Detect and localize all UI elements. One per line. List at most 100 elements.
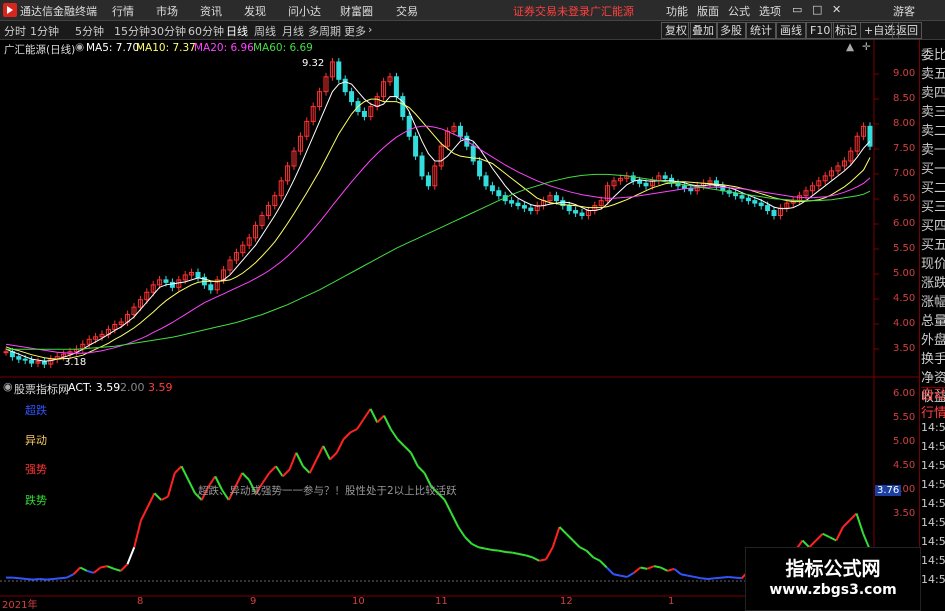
tab-weekly[interactable]: 周线 <box>254 23 276 39</box>
tick-time: 14:50 <box>921 478 945 491</box>
act-segment <box>653 565 661 569</box>
tab-30min[interactable]: 30分钟 <box>150 23 186 39</box>
menu-gongshi[interactable]: 公式 <box>728 3 750 19</box>
low-price-label: 3.18 <box>64 357 87 368</box>
chevron-right-icon[interactable]: › <box>368 23 372 36</box>
menu-jiaoyi[interactable]: 交易 <box>396 3 418 19</box>
current-act-tag: 3.76 <box>875 485 902 496</box>
candle-body <box>573 210 579 214</box>
tab-15min[interactable]: 15分钟 <box>114 23 150 39</box>
minimize-icon[interactable]: ▭ <box>792 3 802 16</box>
act-v2: 3.59 <box>148 381 173 394</box>
side-item-outer[interactable]: 外盘 <box>921 329 945 348</box>
act-segment <box>734 576 742 580</box>
side-item-buy2[interactable]: 买二 <box>921 177 945 196</box>
candle-body <box>637 180 643 184</box>
side-item-sell2[interactable]: 卖二 <box>921 120 945 139</box>
side-item-sell4[interactable]: 卖四 <box>921 82 945 101</box>
act-segment <box>558 526 567 535</box>
date-tick: 8 <box>137 596 144 607</box>
act-segment <box>349 428 358 434</box>
plus-icon[interactable]: ✛ <box>862 41 871 53</box>
tab-daily[interactable]: 日线 <box>226 23 248 39</box>
act-segment <box>275 465 284 477</box>
mark-button[interactable]: 标记 <box>831 22 861 39</box>
overlay-button[interactable]: 叠加 <box>688 22 718 39</box>
menu-caifuquan[interactable]: 财富圈 <box>340 3 373 19</box>
menu-banmian[interactable]: 版面 <box>697 3 719 19</box>
menu-shichang[interactable]: 市场 <box>156 3 178 19</box>
menu-gongneng[interactable]: 功能 <box>666 3 688 19</box>
price-tick: 4.00 <box>893 318 916 329</box>
tick-time: 14:50 <box>921 421 945 434</box>
act-segment <box>59 576 67 580</box>
side-item-sell3[interactable]: 卖三 <box>921 101 945 120</box>
ma-line-ma5 <box>5 81 871 362</box>
guest-label[interactable]: 游客 <box>893 3 915 19</box>
act-segment <box>282 468 291 478</box>
menu-wenxiaoda[interactable]: 问小达 <box>288 3 321 19</box>
restore-icon[interactable]: □ <box>812 3 822 16</box>
price-tick: 9.00 <box>893 68 916 79</box>
legend-abnormal: 异动 <box>25 434 47 447</box>
date-tick: 10 <box>352 596 365 607</box>
menu-faxian[interactable]: 发现 <box>244 3 266 19</box>
act-segment <box>579 546 587 552</box>
menu-hangqing[interactable]: 行情 <box>112 3 134 19</box>
side-item-weibi[interactable]: 委比 <box>921 44 945 63</box>
back-button[interactable]: 返回 <box>892 22 922 39</box>
multi-stock-button[interactable]: 多股 <box>716 22 746 39</box>
price-tick: 8.50 <box>893 93 916 104</box>
act-segment <box>241 472 250 481</box>
high-price-label: 9.32 <box>302 58 325 69</box>
side-item-sell1[interactable]: 卖一 <box>921 139 945 158</box>
stats-button[interactable]: 统计 <box>746 22 776 39</box>
draw-line-button[interactable]: 画线 <box>776 22 806 39</box>
candle-body <box>733 192 739 197</box>
settings-circle-icon[interactable]: ◉ <box>3 380 13 393</box>
tick-time: 14:50 <box>921 573 945 586</box>
fuquan-button[interactable]: 复权 <box>661 22 691 39</box>
side-item-change-pct[interactable]: 涨幅 <box>921 291 945 310</box>
tab-more[interactable]: 更多 <box>344 23 366 39</box>
side-item-buy1[interactable]: 买一 <box>921 158 945 177</box>
tick-time: 14:50 <box>921 440 945 453</box>
act-segment <box>187 479 196 494</box>
up-triangle-icon[interactable]: ▲ <box>846 41 854 53</box>
candle-body <box>579 212 585 216</box>
act-segment <box>383 415 392 430</box>
tab-monthly[interactable]: 月线 <box>282 23 304 39</box>
tick-time: 14:50 <box>921 497 945 510</box>
act-segment <box>491 548 499 552</box>
side-item-buy3[interactable]: 买三 <box>921 196 945 215</box>
close-icon[interactable]: ✕ <box>832 3 841 16</box>
side-tab-auto[interactable]: 自动 <box>921 384 945 403</box>
side-item-change[interactable]: 涨跌 <box>921 272 945 291</box>
act-segment <box>539 558 547 562</box>
side-item-volume[interactable]: 总量 <box>921 310 945 329</box>
chart-area[interactable] <box>0 40 919 609</box>
menu-xuanxiang[interactable]: 选项 <box>759 3 781 19</box>
tab-multi-period[interactable]: 多周期 <box>308 23 341 39</box>
act-segment <box>126 546 136 565</box>
side-tab-quote[interactable]: 行情 <box>921 402 945 421</box>
tab-1min[interactable]: 1分钟 <box>30 23 59 39</box>
side-item-price[interactable]: 现价 <box>921 253 945 272</box>
act-segment <box>12 576 20 580</box>
side-item-turnover[interactable]: 换手 <box>921 348 945 367</box>
tab-fenshi[interactable]: 分时 <box>4 23 26 39</box>
act-segment <box>646 565 655 570</box>
act-segment <box>855 513 865 535</box>
tab-5min[interactable]: 5分钟 <box>75 23 104 39</box>
act-segment <box>606 566 615 575</box>
act-v1: 2.00 <box>120 381 145 394</box>
settings-circle-icon[interactable]: ◉ <box>75 41 84 53</box>
menu-zixun[interactable]: 资讯 <box>200 3 222 19</box>
candle-body <box>771 210 777 216</box>
side-item-buy4[interactable]: 买四 <box>921 215 945 234</box>
side-item-buy5[interactable]: 买五 <box>921 234 945 253</box>
login-notice[interactable]: 证券交易未登录 <box>513 3 590 19</box>
period-toolbar: 分时 1分钟 5分钟 15分钟 30分钟 60分钟 日线 周线 月线 多周期 更… <box>0 21 945 40</box>
tab-60min[interactable]: 60分钟 <box>188 23 224 39</box>
side-item-sell5[interactable]: 卖五 <box>921 63 945 82</box>
